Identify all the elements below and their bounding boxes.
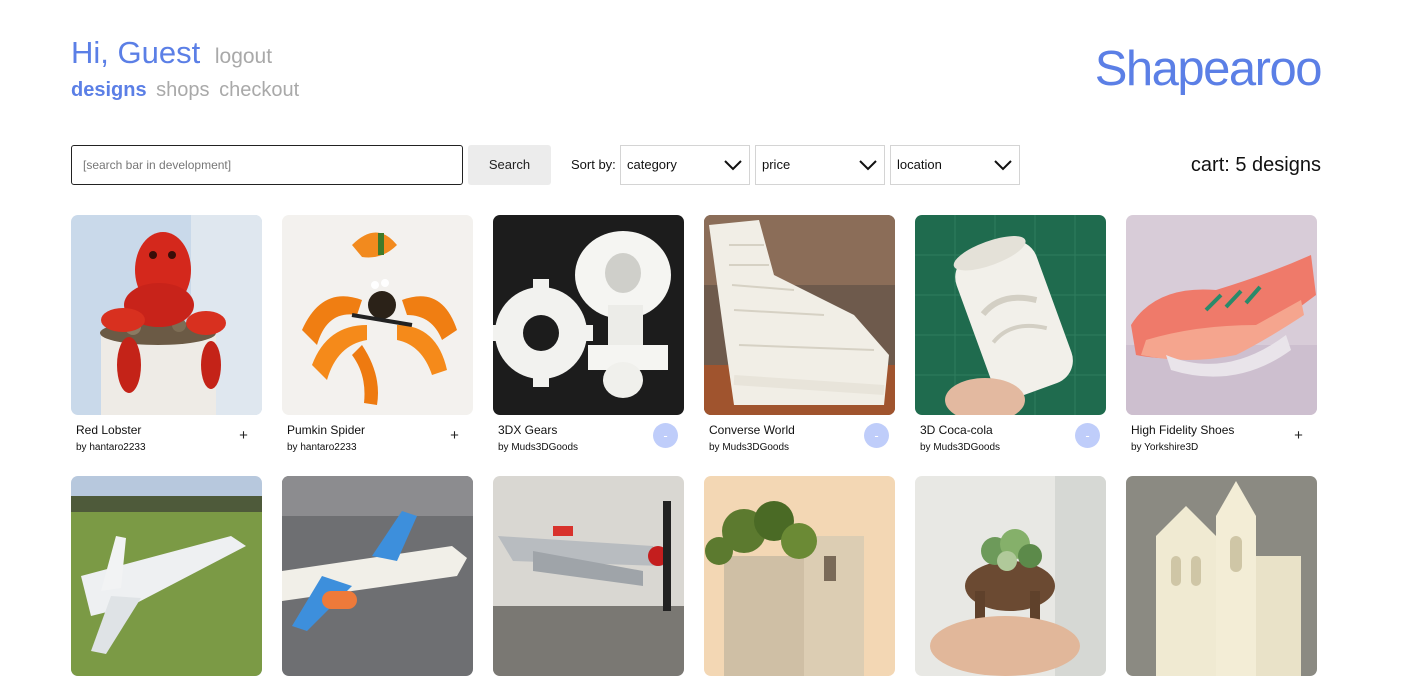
design-author: by Muds3DGoods [709, 442, 790, 453]
pumpkin-spider-thumbnail[interactable] [282, 215, 473, 415]
logout-link[interactable]: logout [215, 45, 272, 68]
building-planter-thumbnail[interactable] [704, 476, 895, 676]
coca-cola-thumbnail[interactable] [915, 215, 1106, 415]
sort-location-value: location [897, 157, 942, 172]
design-card[interactable] [493, 476, 684, 676]
design-author: by hantaro2233 [287, 442, 357, 453]
design-author: by Muds3DGoods [498, 442, 579, 453]
add-to-cart-button[interactable]: + [1286, 423, 1311, 448]
remove-from-cart-button[interactable]: - [653, 423, 678, 448]
glider-thumbnail[interactable] [71, 476, 262, 676]
gears-thumbnail[interactable] [493, 215, 684, 415]
chevron-down-icon [859, 160, 877, 171]
greeting: Hi, Guest logout [71, 33, 272, 77]
sort-category-value: category [627, 157, 677, 172]
nav-designs[interactable]: designs [71, 79, 147, 101]
design-card[interactable]: 3DX Gears by Muds3DGoods - [493, 215, 684, 453]
nav-shops[interactable]: shops [156, 79, 209, 101]
sort-price-value: price [762, 157, 791, 172]
chevron-down-icon [724, 160, 742, 171]
design-card[interactable] [915, 476, 1106, 676]
design-author: by hantaro2233 [76, 442, 146, 453]
design-title[interactable]: 3D Coca-cola [920, 423, 993, 437]
sort-category-dropdown[interactable]: category [620, 145, 750, 185]
add-to-cart-button[interactable]: + [442, 423, 467, 448]
nav-checkout[interactable]: checkout [219, 79, 299, 101]
design-author: by Yorkshire3D [1131, 442, 1199, 453]
red-lobster-thumbnail[interactable] [71, 215, 262, 415]
sort-label: Sort by: [571, 157, 616, 172]
propeller-plane-thumbnail[interactable] [493, 476, 684, 676]
design-title[interactable]: 3DX Gears [498, 423, 557, 437]
high-fidelity-shoes-thumbnail[interactable] [1126, 215, 1317, 415]
airliner-thumbnail[interactable] [282, 476, 473, 676]
remove-from-cart-button[interactable]: - [864, 423, 889, 448]
elephant-planter-thumbnail[interactable] [915, 476, 1106, 676]
remove-from-cart-button[interactable]: - [1075, 423, 1100, 448]
greeting-text: Hi, Guest [71, 35, 201, 70]
sort-price-dropdown[interactable]: price [755, 145, 885, 185]
sort-location-dropdown[interactable]: location [890, 145, 1020, 185]
design-card[interactable] [71, 476, 262, 676]
design-title[interactable]: High Fidelity Shoes [1131, 423, 1234, 437]
chevron-down-icon [994, 160, 1012, 171]
main-nav: designs shops checkout [71, 76, 303, 104]
search-button[interactable]: Search [468, 145, 551, 185]
design-card[interactable]: Converse World by Muds3DGoods - [704, 215, 895, 453]
cathedral-thumbnail[interactable] [1126, 476, 1317, 676]
design-author: by Muds3DGoods [920, 442, 1001, 453]
converse-world-thumbnail[interactable] [704, 215, 895, 415]
brand-logo[interactable]: Shapearoo [1095, 38, 1323, 100]
add-to-cart-button[interactable]: + [231, 423, 256, 448]
design-card[interactable] [704, 476, 895, 676]
design-card[interactable]: High Fidelity Shoes by Yorkshire3D + [1126, 215, 1317, 453]
design-card[interactable]: Pumkin Spider by hantaro2233 + [282, 215, 473, 453]
design-title[interactable]: Red Lobster [76, 423, 141, 437]
design-title[interactable]: Pumkin Spider [287, 423, 365, 437]
design-card[interactable] [1126, 476, 1317, 676]
cart-summary[interactable]: cart: 5 designs [1191, 150, 1321, 180]
design-card[interactable]: 3D Coca-cola by Muds3DGoods - [915, 215, 1106, 453]
search-input[interactable] [71, 145, 463, 185]
design-card[interactable]: Red Lobster by hantaro2233 + [71, 215, 262, 453]
design-card[interactable] [282, 476, 473, 676]
design-title[interactable]: Converse World [709, 423, 795, 437]
